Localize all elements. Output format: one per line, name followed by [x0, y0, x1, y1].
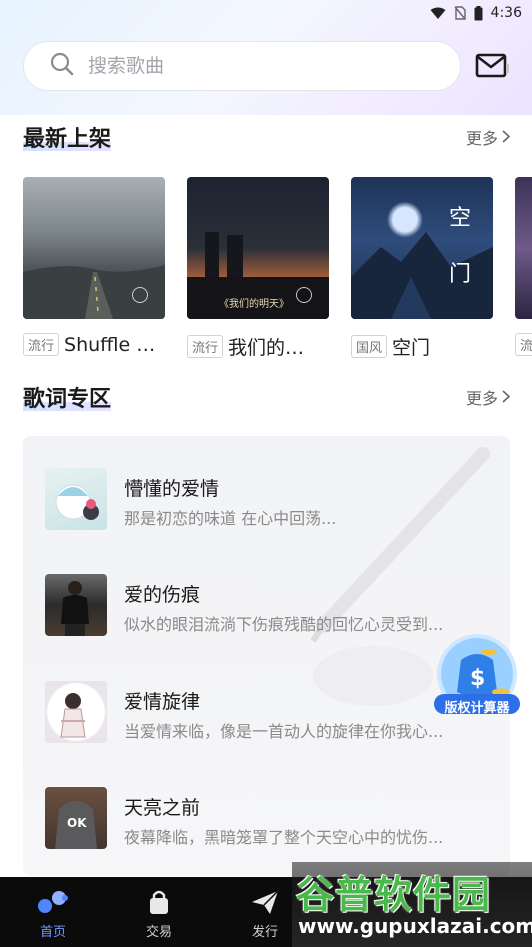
album-card[interactable]: 流行 Shuffle P...: [23, 177, 165, 356]
genre-tag: 流: [515, 333, 532, 356]
lyric-desc: 夜幕降临，黑暗笼罩了整个天空心中的忧伤...: [124, 828, 444, 847]
lyric-title: 天亮之前: [124, 797, 201, 819]
lyric-item[interactable]: 爱情旋律 当爱情来临，像是一首动人的旋律在你我心...: [45, 681, 495, 745]
lyrics-zone-title: 歌词专区: [23, 381, 112, 413]
genre-tag: 流行: [23, 333, 60, 356]
play-icon: [296, 287, 312, 303]
status-bar: 4:36: [0, 0, 532, 26]
lyrics-zone-header: 歌词专区 更多: [23, 380, 511, 414]
lock-bag-icon: [145, 887, 173, 917]
lyric-item[interactable]: OK 天亮之前 夜幕降临，黑暗笼罩了整个天空心中的忧伤...: [45, 787, 495, 851]
no-sim-icon: [454, 6, 466, 20]
album-carousel[interactable]: 流行 Shuffle P... 《我们的明天》 流行 我们的明... 空门 国风…: [23, 177, 532, 367]
lyric-title: 懵懂的爱情: [124, 478, 220, 500]
play-icon: [132, 287, 148, 303]
album-title: 空门: [392, 337, 431, 359]
lyric-thumbnail: [45, 468, 107, 530]
genre-tag: 流行: [187, 335, 224, 358]
search-icon: [50, 52, 74, 80]
copyright-calculator-label: 版权计算器: [444, 701, 510, 716]
lyric-title: 爱的伤痕: [124, 584, 201, 606]
nav-home[interactable]: 首页: [0, 877, 106, 947]
lyric-title: 爱情旋律: [124, 691, 201, 713]
watermark-url: www.gupuxlazai.com: [298, 914, 532, 938]
album-cover: [515, 177, 532, 319]
watermark: 谷普软件园 www.gupuxlazai.com: [292, 862, 532, 947]
clock: 4:36: [490, 5, 522, 21]
svg-text:$: $: [470, 666, 485, 691]
more-label: 更多: [465, 389, 498, 408]
genre-tag: 国风: [351, 335, 388, 358]
watermark-title: 谷普软件园: [296, 873, 492, 917]
album-card[interactable]: 《我们的明天》 流行 我们的明...: [187, 177, 329, 360]
album-card[interactable]: 流: [515, 177, 532, 356]
album-title: Shuffle P...: [64, 333, 157, 356]
send-icon: [250, 887, 280, 917]
more-label: 更多: [465, 129, 498, 148]
lyric-desc: 那是初恋的味道 在心中回荡...: [124, 509, 337, 528]
album-cover-caption: 空门: [449, 206, 472, 287]
wifi-icon: [430, 7, 446, 20]
battery-icon: [474, 5, 483, 21]
lyrics-zone-more-link[interactable]: 更多: [465, 385, 511, 409]
lyric-desc: 似水的眼泪流淌下伤痕残酷的回忆心灵受到...: [124, 615, 444, 634]
lyric-item[interactable]: 爱的伤痕 似水的眼泪流淌下伤痕残酷的回忆心灵受到...: [45, 574, 495, 638]
new-releases-more-link[interactable]: 更多: [465, 125, 511, 149]
search-input[interactable]: [88, 55, 388, 77]
album-cover-caption: 《我们的明天》: [219, 299, 289, 310]
album-cover: 空门: [351, 177, 493, 319]
new-releases-title: 最新上架: [23, 121, 112, 153]
album-cover: 《我们的明天》: [187, 177, 329, 319]
home-icon: [35, 887, 71, 917]
album-cover: [23, 177, 165, 319]
lyric-item[interactable]: 懵懂的爱情 那是初恋的味道 在心中回荡...: [45, 468, 495, 532]
nav-trade[interactable]: 交易: [106, 877, 212, 947]
nav-publish-label: 发行: [251, 925, 278, 940]
chevron-right-icon: [502, 128, 511, 147]
chevron-right-icon: [502, 388, 511, 407]
album-card[interactable]: 空门 国风 空门: [351, 177, 493, 360]
nav-trade-label: 交易: [145, 925, 172, 940]
mail-icon[interactable]: [475, 52, 511, 80]
album-title: 我们的明...: [228, 337, 321, 359]
lyric-thumbnail: [45, 681, 107, 743]
new-releases-header: 最新上架 更多: [23, 120, 511, 154]
nav-home-label: 首页: [39, 925, 66, 940]
search-bar[interactable]: [23, 41, 461, 91]
lyric-thumbnail: OK: [45, 787, 107, 849]
lyric-thumbnail: [45, 574, 107, 636]
svg-text:OK: OK: [67, 816, 87, 830]
lyric-desc: 当爱情来临，像是一首动人的旋律在你我心...: [124, 722, 444, 741]
copyright-calculator-button[interactable]: $ 版权计算器: [431, 630, 523, 722]
